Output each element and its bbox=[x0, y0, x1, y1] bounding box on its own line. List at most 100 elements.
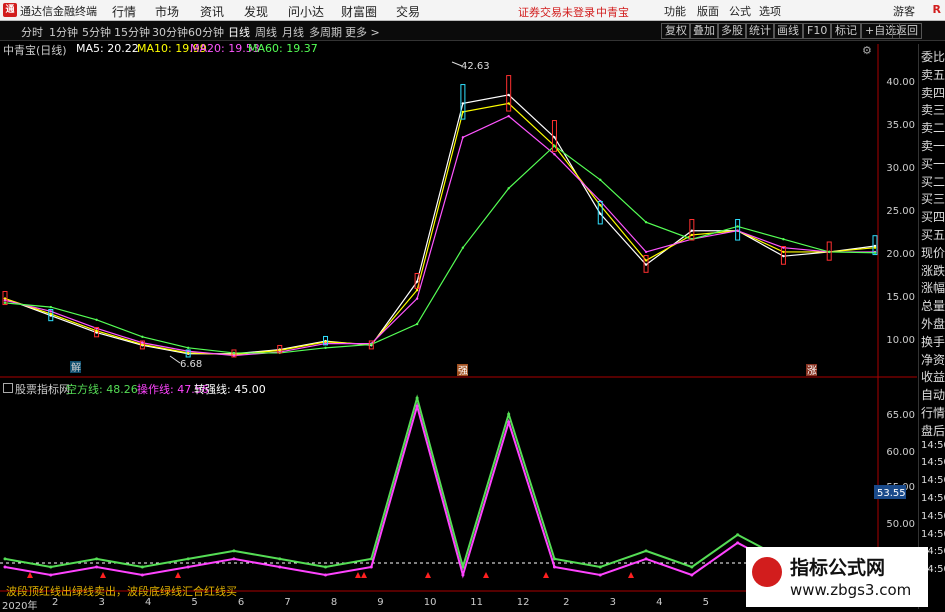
price-tick-40: 40.00 bbox=[886, 77, 915, 88]
side-panel-item[interactable]: 外盘 bbox=[921, 315, 945, 332]
indicator-point bbox=[598, 573, 602, 577]
marker-jie[interactable]: 解 bbox=[71, 361, 81, 374]
ma-point bbox=[49, 310, 52, 313]
ma-point bbox=[553, 153, 556, 156]
indicator-name[interactable]: 股票指标网 bbox=[15, 381, 70, 397]
side-panel-item[interactable]: 卖三 bbox=[921, 101, 945, 118]
buy-arrow bbox=[425, 572, 431, 578]
candle bbox=[506, 75, 512, 112]
side-panel-item[interactable]: 委比 bbox=[921, 48, 945, 65]
indicator-point bbox=[736, 533, 740, 537]
indicator-point bbox=[278, 557, 282, 561]
buy-arrow bbox=[483, 572, 489, 578]
low-pointer bbox=[169, 355, 181, 364]
side-panel-item[interactable]: 盘后 bbox=[921, 422, 945, 439]
ma-point bbox=[873, 246, 877, 249]
indicator-point bbox=[278, 565, 282, 569]
side-panel-item[interactable]: 买四 bbox=[921, 208, 945, 225]
ma-point bbox=[644, 259, 648, 262]
indicator-point bbox=[140, 565, 144, 569]
side-panel-item[interactable]: 买一 bbox=[921, 155, 945, 172]
side-panel-item[interactable]: 涨跌 bbox=[921, 262, 945, 279]
ma-point bbox=[141, 335, 144, 339]
side-panel-item[interactable]: 卖五 bbox=[921, 66, 945, 83]
ma-point bbox=[141, 341, 144, 344]
side-panel-item[interactable]: 现价 bbox=[921, 244, 945, 261]
x-tick-label: 12 bbox=[517, 597, 530, 608]
side-panel-item[interactable]: 买五 bbox=[921, 226, 945, 243]
ma-point bbox=[599, 178, 602, 181]
side-panel-item[interactable]: 卖二 bbox=[921, 119, 945, 136]
side-panel-item[interactable]: 14:50 bbox=[921, 440, 945, 451]
price-tick-10: 10.00 bbox=[886, 335, 915, 346]
ma-point bbox=[49, 305, 52, 309]
ma-point bbox=[828, 250, 831, 254]
indicator-point bbox=[3, 557, 7, 561]
ma-point bbox=[782, 250, 785, 254]
buy-arrow bbox=[361, 572, 367, 578]
watermark-url: www.zbgs3.com bbox=[790, 581, 912, 599]
ma-point bbox=[736, 225, 739, 228]
indicator-point bbox=[598, 565, 602, 569]
side-panel-item[interactable]: 涨幅 bbox=[921, 279, 945, 296]
indicator-point bbox=[232, 557, 236, 561]
indicator-point bbox=[95, 565, 99, 569]
side-panel-item[interactable]: 14:50 bbox=[921, 529, 945, 540]
quote-side-panel[interactable]: 委比 卖五 卖四 卖三 卖二 卖一 买一 买二 买三 买四 买五 现价 涨跌 涨幅 总量 外盘 换手 净资 收益 自动… bbox=[918, 44, 945, 609]
price-tick-15: 15.00 bbox=[886, 292, 915, 303]
year-label: 2020年 bbox=[2, 601, 38, 612]
side-panel-item[interactable]: 净资 bbox=[921, 351, 945, 368]
indicator-point bbox=[461, 573, 465, 577]
ma-point bbox=[507, 114, 510, 118]
ma-point bbox=[599, 212, 602, 215]
side-panel-item[interactable]: 换手 bbox=[921, 333, 945, 350]
indicator-point bbox=[186, 565, 190, 569]
side-panel-item[interactable]: 14:50 bbox=[921, 457, 945, 468]
x-tick-label: 3 bbox=[610, 597, 616, 608]
indicator-point bbox=[49, 565, 53, 569]
indicator-point bbox=[369, 565, 373, 569]
ma-point bbox=[644, 221, 648, 224]
price-tick-35: 35.00 bbox=[886, 120, 915, 131]
x-tick-label: 10 bbox=[424, 597, 437, 608]
indicator-point bbox=[736, 541, 740, 545]
short-line-label: 空方线: 48.26 bbox=[66, 383, 138, 396]
high-label: 42.63 bbox=[461, 61, 490, 72]
marker-zhang[interactable]: 涨 bbox=[807, 365, 817, 377]
price-chart bbox=[2, 75, 878, 358]
gear-icon[interactable]: ⚙ bbox=[862, 44, 872, 57]
low-label: 6.68 bbox=[180, 359, 202, 370]
buy-arrow bbox=[628, 572, 634, 578]
strong-line-label: 转强线: 45.00 bbox=[194, 383, 266, 396]
x-tick-label: 2 bbox=[563, 597, 569, 608]
ind-tick-65: 65.00 bbox=[886, 410, 915, 421]
ma-point bbox=[415, 288, 419, 292]
price-tick-30: 30.00 bbox=[886, 163, 915, 174]
side-panel-item[interactable]: 行情 bbox=[921, 404, 945, 421]
marker-qiang[interactable]: 强 bbox=[458, 365, 468, 377]
side-panel-item[interactable]: 收益 bbox=[921, 368, 945, 385]
side-panel-item[interactable]: 买二 bbox=[921, 173, 945, 190]
side-panel-item[interactable]: 14:50 bbox=[921, 511, 945, 522]
x-tick-label: 4 bbox=[656, 597, 662, 608]
indicator-menu-icon[interactable] bbox=[3, 383, 13, 393]
buy-arrow bbox=[543, 572, 549, 578]
indicator-point bbox=[507, 420, 511, 424]
side-panel-item[interactable]: 14:50 bbox=[921, 475, 945, 486]
side-panel-item[interactable]: 14:50 bbox=[921, 493, 945, 504]
price-tick-25: 25.00 bbox=[886, 206, 915, 217]
ma-point bbox=[186, 346, 190, 350]
ma-point bbox=[415, 297, 419, 300]
indicator-point bbox=[232, 549, 236, 553]
side-panel-item[interactable]: 卖四 bbox=[921, 84, 945, 101]
indicator-point bbox=[95, 557, 99, 561]
watermark: 指标公式网 www.zbgs3.com bbox=[746, 547, 928, 607]
side-panel-item[interactable]: 总量 bbox=[921, 297, 945, 314]
indicator-point bbox=[690, 573, 694, 577]
side-panel-item[interactable]: 自动 bbox=[921, 386, 945, 403]
ma-point bbox=[415, 280, 419, 283]
chart-canvas[interactable]: 40.00 35.00 30.00 25.00 20.00 15.00 10.0… bbox=[0, 0, 945, 609]
ma-point bbox=[95, 318, 98, 322]
side-panel-item[interactable]: 买三 bbox=[921, 190, 945, 207]
side-panel-item[interactable]: 卖一 bbox=[921, 137, 945, 154]
